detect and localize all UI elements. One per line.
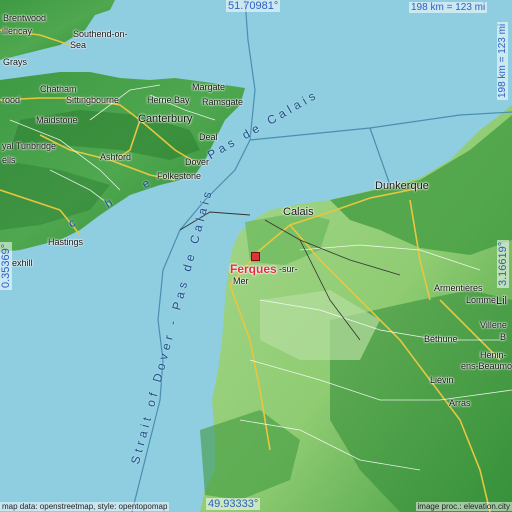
location-marker[interactable]	[251, 252, 260, 261]
place-brentwood: Brentwood	[3, 13, 47, 23]
top-latitude: 51.70981°	[226, 0, 281, 12]
place-calais: Calais	[283, 206, 314, 218]
place-canterbury: Canterbury	[138, 113, 193, 125]
place-wells: ells	[2, 155, 16, 165]
place-ashford: Ashford	[100, 152, 132, 162]
left-longitude: 0.35369°	[0, 241, 12, 290]
place-sittingbourne: Sittingbourne	[66, 95, 120, 105]
place-maidstone: Maidstone	[36, 115, 78, 125]
place-folkestone: Folkestone	[157, 171, 202, 181]
scale-label-vertical: 198 km = 123 mi	[497, 21, 508, 100]
place-margate: Margate	[192, 82, 226, 92]
place-ramsgate: Ramsgate	[202, 97, 244, 107]
place-southend: Southend-on-	[73, 29, 128, 39]
place-billericay: illericay	[2, 26, 33, 36]
place-bexhill: exhill	[12, 258, 33, 268]
place-bethune: Béthune	[424, 334, 458, 344]
place-b: B	[500, 332, 507, 342]
bottom-latitude: 49.93333°	[206, 498, 261, 510]
place-lomme: Lomme	[466, 295, 497, 305]
place-lille: Lil	[496, 295, 508, 307]
place-deal: Deal	[199, 132, 218, 142]
place-rood: rood	[2, 95, 21, 105]
scale-label: 198 km = 123 mi	[409, 2, 488, 13]
place-sur: -sur-	[279, 264, 298, 274]
place-chatham: Chatham	[40, 84, 77, 94]
place-lievin: Liévin	[430, 375, 454, 385]
place-arras: Arras	[449, 398, 471, 408]
place-henin: Hénin-	[480, 350, 507, 360]
right-longitude: 3.16619°	[497, 239, 509, 288]
place-dover: Dover	[185, 157, 210, 167]
place-southend-sea: Sea	[70, 40, 87, 50]
place-mer: Mer	[233, 276, 249, 286]
place-grays: Grays	[3, 57, 28, 67]
place-dunkerque: Dunkerque	[375, 180, 429, 192]
place-tunbridge: yal Tunbridge	[2, 141, 57, 151]
place-beaumont: ens-Beaumo	[461, 361, 512, 371]
attribution-right: image proc.: elevation.city	[415, 502, 512, 511]
attribution-left: map data: openstreetmap, style: opentopo…	[0, 502, 170, 511]
location-label: Ferques	[230, 262, 277, 276]
map[interactable]: Pas de Calais Strait of Dover - Pas de C…	[0, 0, 512, 512]
place-herne-bay: Herne Bay	[147, 95, 190, 105]
place-villeneuve: Villene	[480, 320, 507, 330]
place-armentieres: Armentières	[434, 283, 483, 293]
place-hastings: Hastings	[48, 237, 84, 247]
